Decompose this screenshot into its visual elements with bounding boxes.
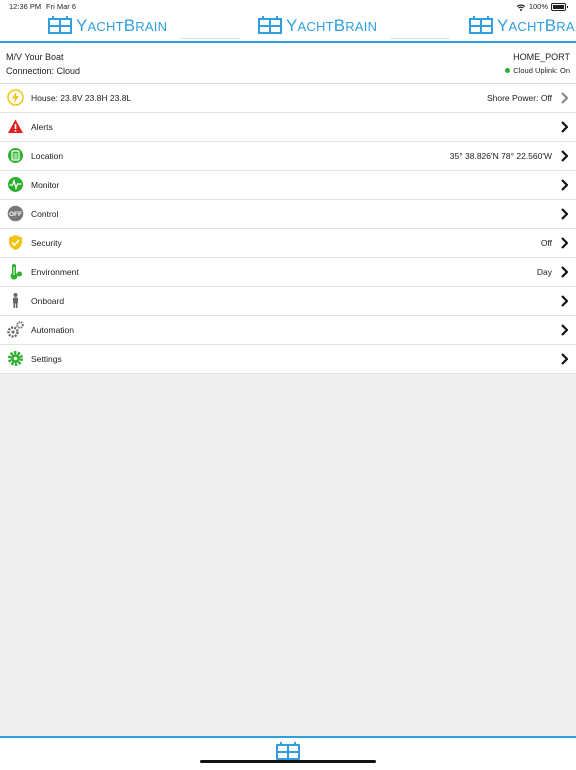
warning-icon [7, 118, 24, 135]
status-bar: 12:36 PM Fri Mar 6 100% [0, 0, 576, 14]
menu-item-label: Alerts [31, 122, 53, 132]
chevron-right-icon [561, 208, 568, 220]
bottom-bar [0, 736, 576, 770]
menu-item-label: House: 23.8V 23.8H 23.8L [31, 93, 132, 103]
gears-icon [7, 321, 24, 338]
vessel-info: M/V Your Boat Connection: Cloud HOME_POR… [0, 43, 576, 84]
menu-item-label: Settings [31, 354, 62, 364]
menu-item-automation[interactable]: Automation [0, 316, 576, 345]
chevron-right-icon [561, 179, 568, 191]
yachtbrain-logo-icon [48, 16, 72, 34]
chevron-right-icon [561, 266, 568, 278]
thermometer-icon [7, 263, 24, 280]
menu-item-location[interactable]: Location 35° 38.826'N 78° 22.560'W [0, 142, 576, 171]
gps-icon [7, 147, 24, 164]
svg-text:OFF: OFF [9, 211, 22, 218]
uplink-status-dot-icon [505, 68, 511, 73]
status-time: 12:36 PM [9, 2, 42, 11]
off-icon: OFF [7, 205, 24, 222]
menu-item-label: Onboard [31, 296, 65, 306]
pulse-icon [7, 176, 24, 193]
chevron-right-icon [561, 237, 568, 249]
battery-icon [551, 3, 568, 11]
menu-item-environment[interactable]: Environment Day [0, 258, 576, 287]
menu-item-onboard[interactable]: Onboard [0, 287, 576, 316]
person-icon [7, 292, 24, 309]
main-menu: House: 23.8V 23.8H 23.8L Shore Power: Of… [0, 84, 576, 374]
brand-logo: YACHTBRAIN [469, 16, 576, 36]
status-right: 100% [516, 0, 568, 14]
menu-item-value: Day [536, 267, 552, 277]
shield-icon [7, 234, 24, 251]
home-port: HOME_PORT [513, 52, 570, 62]
cloud-uplink-status: Cloud Uplink: On [505, 66, 570, 75]
menu-item-label: Location [31, 151, 64, 161]
chevron-right-icon [561, 353, 568, 365]
brand-divider [390, 38, 450, 39]
brand-logo: YACHTBRAIN [48, 16, 167, 36]
menu-item-label: Security [31, 238, 62, 248]
brand-header: YACHTBRAIN YACHTBRAIN YACHTBRAIN [0, 14, 576, 43]
menu-item-label: Control [31, 209, 59, 219]
menu-item-alerts[interactable]: Alerts [0, 113, 576, 142]
brand-logo: YACHTBRAIN [258, 16, 377, 36]
menu-item-house[interactable]: House: 23.8V 23.8H 23.8L Shore Power: Of… [0, 84, 576, 113]
yachtbrain-logo-icon[interactable] [276, 742, 300, 762]
menu-item-security[interactable]: Security Off [0, 229, 576, 258]
menu-item-monitor[interactable]: Monitor [0, 171, 576, 200]
chevron-right-icon [561, 324, 568, 336]
menu-item-control[interactable]: OFF Control [0, 200, 576, 229]
brand-wordmark: YACHTBRAIN [76, 16, 168, 35]
yachtbrain-logo-icon [469, 16, 493, 34]
menu-item-value: Shore Power: Off [486, 93, 552, 103]
vessel-name: M/V Your Boat [6, 52, 64, 62]
menu-item-value: 35° 38.826'N 78° 22.560'W [449, 151, 552, 161]
battery-percent: 100% [528, 2, 548, 11]
home-indicator[interactable] [200, 760, 376, 763]
menu-item-label: Monitor [31, 180, 60, 190]
chevron-right-icon [561, 121, 568, 133]
menu-item-settings[interactable]: Settings [0, 345, 576, 374]
chevron-right-icon [561, 92, 568, 104]
chevron-right-icon [561, 150, 568, 162]
chevron-right-icon [561, 295, 568, 307]
brand-wordmark: YACHTBRAIN [497, 16, 576, 35]
connection-status: Connection: Cloud [6, 66, 81, 76]
cloud-uplink-label: Cloud Uplink: On [513, 66, 570, 75]
menu-item-value: Off [540, 238, 552, 248]
menu-item-label: Automation [31, 325, 74, 335]
gear-icon [7, 350, 24, 367]
lightning-icon [7, 89, 24, 106]
brand-divider [180, 38, 240, 39]
wifi-icon [516, 3, 526, 11]
brand-wordmark: YACHTBRAIN [286, 16, 378, 35]
yachtbrain-logo-icon [258, 16, 282, 34]
status-date: Fri Mar 6 [46, 2, 76, 11]
menu-item-label: Environment [31, 267, 79, 277]
